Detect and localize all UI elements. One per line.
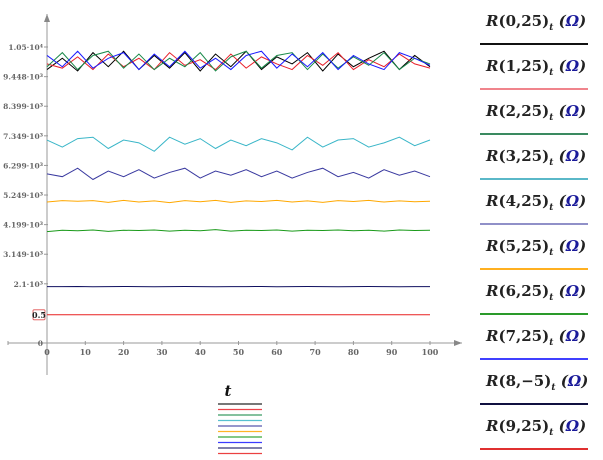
x-axis-arrow-icon [454,340,462,346]
y-tick-label: 7.349·10³ [3,132,43,141]
legend-label: R(4,25)t (Ω) [486,192,587,213]
ohm-unit: Ω [565,57,580,75]
series-line-3 [46,136,431,152]
legend-fn: R [486,102,499,120]
legend-entry-1: R(1,25)t (Ω) [480,45,588,90]
legend-fn: R [486,372,499,390]
legend-label: R(3,25)t (Ω) [486,147,587,168]
ohm-unit: Ω [565,327,580,345]
legend-args: (8,−5) [498,372,552,390]
y-tick-label: 6.299·10³ [3,161,43,170]
y-tick-label: 0 [38,339,43,348]
legend-args: (7,25) [498,327,550,345]
series-line-6 [46,229,431,233]
y-tick-label: 9.448·10³ [3,73,43,82]
legend-sub: t [549,68,554,78]
legend-args: (6,25) [498,282,550,300]
legend-label: R(0,25)t (Ω) [486,12,587,33]
legend-args: (5,25) [498,237,550,255]
ohm-unit: Ω [565,417,580,435]
legend-fn: R [486,417,499,435]
x-tick-label: 100 [422,347,439,357]
legend-entry-3: R(3,25)t (Ω) [480,135,588,180]
ohm-unit: Ω [565,237,580,255]
y-tick-label: 4.199·10³ [3,221,43,230]
legend-label: R(9,25)t (Ω) [486,417,587,438]
legend-fn: R [486,147,499,165]
chart-plot-area: 0 10 20 30 40 50 60 70 80 90 100 0 2.1·10³ 3.149·10³ 4… [3,14,462,455]
y-tick-label: 1.05·10⁴ [8,43,43,52]
legend-x-label: t [225,382,232,400]
legend-sub: t [549,428,554,438]
legend-label: R(5,25)t (Ω) [486,237,587,258]
ohm-unit: Ω [565,12,580,30]
legend-fn: R [486,282,499,300]
x-tick-label: 60 [271,347,283,357]
legend-args: (0,25) [498,12,550,30]
y-tick-label: 3.149·10³ [3,250,43,259]
legend-entry-2: R(2,25)t (Ω) [480,90,588,135]
x-tick-label: 50 [233,347,245,357]
ohm-unit: Ω [565,282,580,300]
legend-fn: R [486,57,499,75]
legend-entry-5: R(5,25)t (Ω) [480,225,588,270]
legend-entry-6: R(6,25)t (Ω) [480,270,588,315]
legend-sub: t [551,383,556,393]
legend-sub: t [549,248,554,258]
x-tick-label: 40 [195,347,207,357]
series-line-4 [46,167,431,181]
marker-label: 0.5 [32,310,46,320]
legend-entry-0: R(0,25)t (Ω) [480,0,588,45]
legend-sub: t [549,338,554,348]
legend-entry-7: R(7,25)t (Ω) [480,315,588,360]
legend-entry-8: R(8,−5)t (Ω) [480,360,588,405]
ohm-unit: Ω [565,192,580,210]
ohm-unit: Ω [565,147,580,165]
legend-args: (9,25) [498,417,550,435]
x-tick-label: 30 [156,347,168,357]
x-tick-label: 70 [310,347,322,357]
legend-fn: R [486,237,499,255]
y-axis-arrow-icon [44,14,50,22]
legend-line [480,448,588,450]
legend-sub: t [549,23,554,33]
legend-label: R(8,−5)t (Ω) [486,372,589,393]
legend-sub: t [549,158,554,168]
legend-label: R(2,25)t (Ω) [486,102,587,123]
x-tick-label: 0 [44,347,50,357]
legend-args: (2,25) [498,102,550,120]
legend-sub: t [549,293,554,303]
x-tick-label: 90 [386,347,398,357]
legend-label: R(1,25)t (Ω) [486,57,587,78]
legend-fn: R [486,192,499,210]
legend-fn: R [486,12,499,30]
x-tick-label: 80 [348,347,360,357]
legend-args: (3,25) [498,147,550,165]
y-tick-label: 8.399·10³ [3,102,43,111]
y-tick-label: 2.1·10³ [14,280,43,289]
legend-fn: R [486,327,499,345]
legend-sub: t [549,113,554,123]
legend-entry-9: R(9,25)t (Ω) [480,405,588,450]
legend-args: (1,25) [498,57,550,75]
legend-right: R(0,25)t (Ω) R(1,25)t (Ω) R(2,25)t (Ω) R(3,… [480,0,588,450]
x-tick-label: 20 [118,347,130,357]
legend-label: R(6,25)t (Ω) [486,282,587,303]
x-tick-label: 10 [80,347,92,357]
ohm-unit: Ω [565,102,580,120]
series-line-5 [46,199,431,204]
y-tick-label: 5.249·10³ [3,191,43,200]
legend-label: R(7,25)t (Ω) [486,327,587,348]
legend-args: (4,25) [498,192,550,210]
ohm-unit: Ω [567,372,582,390]
legend-entry-4: R(4,25)t (Ω) [480,180,588,225]
legend-sub: t [549,203,554,213]
